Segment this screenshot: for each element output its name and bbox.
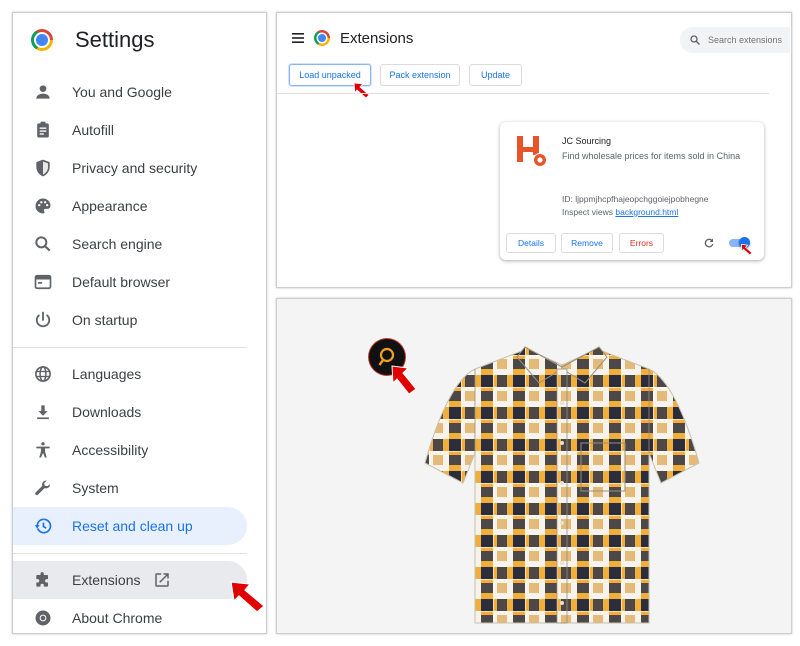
sidebar-item-label: Extensions: [72, 572, 141, 588]
extensions-toolbar: Extensions: [277, 13, 791, 63]
annotation-arrow-icon: [741, 244, 753, 256]
sidebar-item-label: On startup: [72, 312, 138, 328]
sidebar-item-default-browser[interactable]: Default browser: [13, 263, 247, 301]
sidebar-item-extensions[interactable]: Extensions: [13, 561, 247, 599]
annotation-arrow-icon: [230, 581, 265, 613]
background-page-link[interactable]: background.html: [615, 207, 678, 217]
remove-button[interactable]: Remove: [561, 233, 613, 253]
errors-button[interactable]: Errors: [619, 233, 664, 253]
search-icon: [35, 236, 51, 252]
extension-card: JC Sourcing Find wholesale prices for it…: [500, 122, 764, 260]
extension-name: JC Sourcing: [562, 136, 612, 146]
sidebar-item-label: About Chrome: [72, 610, 163, 626]
power-icon: [35, 311, 51, 328]
settings-header: Settings: [13, 13, 266, 69]
reload-icon[interactable]: [703, 237, 715, 249]
browser-window-icon: [34, 274, 52, 290]
open-in-new-icon: [155, 573, 169, 587]
extension-inspect-views: Inspect views background.html: [562, 207, 678, 217]
chrome-logo-icon: [314, 30, 330, 46]
extension-id: ID: ljppmjhcpfhajeopchggoiejpobhegne: [562, 194, 709, 204]
extension-logo-icon: [517, 136, 547, 167]
sidebar-item-autofill[interactable]: Autofill: [13, 111, 247, 149]
download-icon: [37, 405, 49, 420]
extensions-title: Extensions: [340, 30, 414, 47]
sidebar-item-label: Autofill: [72, 122, 115, 138]
sidebar-item-label: You and Google: [72, 84, 172, 100]
sidebar-item-you-and-google[interactable]: You and Google: [13, 73, 247, 111]
person-icon: [36, 85, 50, 99]
sidebar-item-label: Appearance: [72, 198, 148, 214]
palette-icon: [35, 198, 51, 214]
pack-extension-button[interactable]: Pack extension: [380, 64, 460, 86]
settings-panel: Settings You and Google Autofill Privacy…: [12, 12, 267, 634]
sidebar-item-label: System: [72, 480, 119, 496]
product-image-panel: [276, 298, 792, 634]
sidebar-item-accessibility[interactable]: Accessibility: [13, 431, 247, 469]
annotation-arrow-icon: [391, 365, 417, 395]
sidebar-item-downloads[interactable]: Downloads: [13, 393, 247, 431]
sidebar-item-label: Default browser: [72, 274, 171, 290]
globe-icon: [35, 366, 51, 382]
settings-title: Settings: [75, 27, 155, 52]
sidebar-item-label: Languages: [72, 366, 142, 382]
accessibility-icon: [36, 442, 50, 458]
sidebar-item-privacy-and-security[interactable]: Privacy and security: [13, 149, 247, 187]
chrome-icon: [35, 610, 51, 626]
sidebar-item-on-startup[interactable]: On startup: [13, 301, 247, 339]
update-button[interactable]: Update: [469, 64, 522, 86]
hamburger-menu-icon[interactable]: [292, 33, 304, 43]
extension-description: Find wholesale prices for items sold in …: [562, 151, 741, 161]
extensions-panel: Extensions Load unpacked Pack extension …: [276, 12, 792, 288]
puzzle-piece-icon: [36, 572, 48, 587]
search-input[interactable]: [708, 32, 790, 48]
clipboard-icon: [37, 121, 49, 138]
sidebar-item-reset-and-clean-up[interactable]: Reset and clean up: [13, 507, 247, 545]
toolbar-divider: [277, 93, 769, 94]
sidebar-item-about-chrome[interactable]: About Chrome: [13, 599, 247, 633]
plaid-shirt-image: [424, 346, 700, 624]
shield-icon: [36, 159, 50, 177]
sidebar-divider: [13, 553, 247, 554]
sidebar-divider: [13, 347, 247, 348]
chrome-logo-icon: [31, 29, 53, 51]
search-box[interactable]: [680, 27, 790, 53]
sidebar-item-system[interactable]: System: [13, 469, 247, 507]
history-restore-icon: [34, 518, 52, 534]
wrench-icon: [35, 480, 51, 496]
sidebar-item-label: Reset and clean up: [72, 518, 193, 534]
search-icon: [690, 35, 700, 45]
inspect-views-label: Inspect views: [562, 207, 614, 217]
details-button[interactable]: Details: [506, 233, 556, 253]
sidebar-item-label: Search engine: [72, 236, 163, 252]
sidebar-item-label: Downloads: [72, 404, 142, 420]
annotation-arrow-icon: [353, 82, 370, 99]
sidebar-item-search-engine[interactable]: Search engine: [13, 225, 247, 263]
sidebar-item-label: Privacy and security: [72, 160, 198, 176]
sidebar-item-label: Accessibility: [72, 442, 149, 458]
sidebar-item-languages[interactable]: Languages: [13, 355, 247, 393]
sidebar-item-appearance[interactable]: Appearance: [13, 187, 247, 225]
